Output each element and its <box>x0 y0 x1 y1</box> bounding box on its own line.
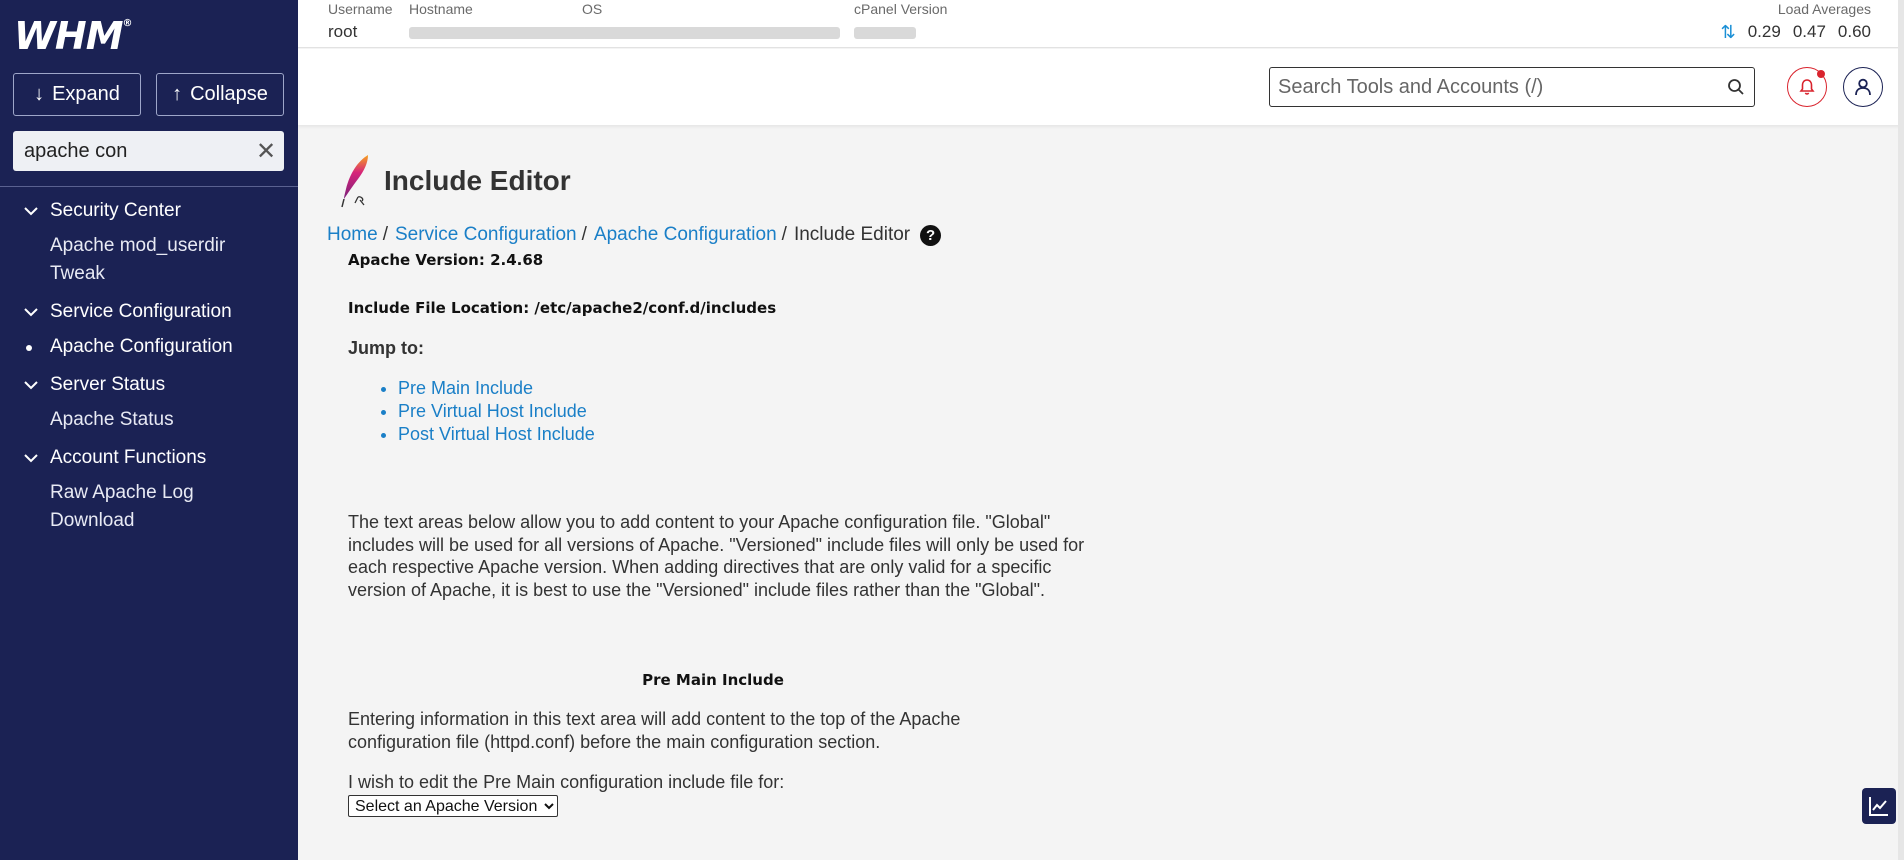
intro-text: The text areas below allow you to add co… <box>348 512 1085 600</box>
chevron-down-icon <box>24 308 38 317</box>
sidebar-group-label: Service Configuration <box>50 301 232 322</box>
page-title: Include Editor <box>384 165 571 196</box>
cpanel-version-redacted <box>854 27 916 39</box>
chevron-down-icon <box>24 381 38 390</box>
load-15min: 0.60 <box>1837 22 1871 41</box>
apache-version: Apache Version: 2.4.68 <box>348 251 544 269</box>
username-value: root <box>328 22 358 41</box>
sidebar-divider <box>0 186 298 187</box>
sidebar-search-field[interactable]: apache con ✕ <box>13 131 284 171</box>
breadcrumb: Home / Service Configuration / Apache Conf… <box>327 224 942 246</box>
sidebar-group-security-center[interactable]: Security Center <box>0 196 298 226</box>
chevron-down-icon <box>24 207 38 216</box>
pre-main-include-heading: Pre Main Include <box>642 671 784 689</box>
notification-dot <box>1817 70 1825 78</box>
arrow-up-icon: ↑ <box>172 83 183 105</box>
user-menu-button[interactable] <box>1843 67 1883 107</box>
load-averages-label: Load Averages <box>1777 1 1871 17</box>
header <box>298 49 1904 125</box>
pre-main-include-description: Entering information in this text area w… <box>348 709 961 752</box>
jump-link-item: Post Virtual Host Include <box>398 423 1078 446</box>
include-file-location: Include File Location: /etc/apache2/conf… <box>348 299 777 317</box>
tools-search-input[interactable] <box>1270 69 1718 105</box>
collapse-button[interactable]: ↑ Collapse <box>156 73 284 116</box>
expand-button[interactable]: ↓ Expand <box>13 73 141 116</box>
hostname-redacted <box>409 27 587 39</box>
bell-icon <box>1799 79 1815 95</box>
jump-link-item: Pre Main Include <box>398 377 1078 400</box>
breadcrumb-separator: / <box>382 224 388 245</box>
arrow-down-icon: ↓ <box>34 83 45 105</box>
collapse-label: Collapse <box>190 83 268 105</box>
sidebar-search-input[interactable]: apache con <box>13 140 248 163</box>
cpanel-version-label: cPanel Version <box>854 1 948 17</box>
hostname-info: Hostname <box>409 0 587 44</box>
user-icon <box>1855 78 1871 96</box>
help-icon[interactable]: ? <box>920 224 942 246</box>
sidebar-group-label: Account Functions <box>50 447 207 468</box>
username-label: Username <box>328 1 393 17</box>
sidebar-item-apache-status[interactable]: Apache Status <box>0 406 298 434</box>
sidebar-group-server-status[interactable]: Server Status <box>0 370 298 400</box>
sidebar-group-label: Security Center <box>50 200 181 221</box>
jump-link-pre-main-include[interactable]: Pre Main Include <box>398 378 533 398</box>
notifications-button[interactable] <box>1787 67 1827 107</box>
apache-version-select[interactable]: Select an Apache Version <box>348 795 558 817</box>
load-trend-icon: ⇅ <box>1720 22 1736 42</box>
load-1min: 0.29 <box>1747 22 1781 41</box>
chevron-down-icon <box>24 454 38 463</box>
main-content: Include Editor Home / Service Configurati… <box>298 125 1904 860</box>
breadcrumb-service-configuration[interactable]: Service Configuration <box>395 224 577 246</box>
whm-logo[interactable]: WHM® <box>14 14 133 58</box>
graph-button[interactable] <box>1862 788 1896 824</box>
jump-links: Pre Main Include Pre Virtual Host Includ… <box>348 377 1078 446</box>
server-info-bar: Username root Hostname OS cPanel Version… <box>298 0 1904 48</box>
sidebar-item-label: Apache Configuration <box>50 336 233 357</box>
scrollbar-track[interactable] <box>1898 0 1904 860</box>
sidebar-item-label: Apache Status <box>50 409 174 430</box>
sidebar-item-label: Apache mod_userdir <box>50 235 226 256</box>
sidebar-group-service-configuration[interactable]: Service Configuration <box>0 297 298 327</box>
sidebar-item-raw-apache-log-download[interactable]: Raw Apache Log Download <box>0 479 298 535</box>
breadcrumb-separator: / <box>581 224 587 245</box>
load-averages: Load Averages ⇅ 0.29 0.47 0.60 <box>1721 0 1871 46</box>
tools-search-box[interactable] <box>1269 67 1755 107</box>
sidebar-item-label-cont: Download <box>50 510 135 531</box>
breadcrumb-separator: / <box>781 224 787 245</box>
cpanel-version-info: cPanel Version <box>854 0 947 44</box>
sidebar: WHM® ↓ Expand ↑ Collapse apache con ✕ Se… <box>0 0 298 860</box>
breadcrumb-current: Include Editor <box>793 224 911 245</box>
os-label: OS <box>582 1 603 17</box>
whm-app: WHM® ↓ Expand ↑ Collapse apache con ✕ Se… <box>0 0 1904 860</box>
breadcrumb-home[interactable]: Home <box>327 224 378 246</box>
load-5min: 0.47 <box>1792 22 1826 41</box>
apache-feather-icon <box>341 155 368 208</box>
sidebar-item-apache-configuration[interactable]: Apache Configuration <box>0 333 298 361</box>
username-info: Username root <box>328 0 393 46</box>
os-redacted <box>582 27 840 39</box>
sidebar-nav: Security Center Apache mod_userdir Tweak… <box>0 196 298 535</box>
jump-to-heading: Jump to: <box>348 338 424 358</box>
trend-chart-icon <box>1869 797 1888 816</box>
jump-link-pre-virtual-host-include[interactable]: Pre Virtual Host Include <box>398 401 587 421</box>
apache-version-select-wrap: Select an Apache Version <box>348 795 1078 817</box>
sidebar-item-label-cont: Tweak <box>50 263 105 284</box>
sidebar-item-apache-mod-userdir-tweak[interactable]: Apache mod_userdir Tweak <box>0 232 298 288</box>
expand-label: Expand <box>52 83 120 105</box>
search-icon[interactable] <box>1718 78 1754 96</box>
sidebar-group-account-functions[interactable]: Account Functions <box>0 443 298 473</box>
select-prompt: I wish to edit the Pre Main configuratio… <box>348 772 785 792</box>
breadcrumb-apache-configuration[interactable]: Apache Configuration <box>594 224 777 246</box>
sidebar-item-label: Raw Apache Log <box>50 482 194 503</box>
clear-search-icon[interactable]: ✕ <box>248 137 284 166</box>
page-header: Include Editor <box>338 153 571 209</box>
hostname-label: Hostname <box>409 1 473 17</box>
os-info: OS <box>582 0 840 44</box>
sidebar-group-label: Server Status <box>50 374 166 395</box>
jump-link-item: Pre Virtual Host Include <box>398 400 1078 423</box>
jump-link-post-virtual-host-include[interactable]: Post Virtual Host Include <box>398 424 595 444</box>
